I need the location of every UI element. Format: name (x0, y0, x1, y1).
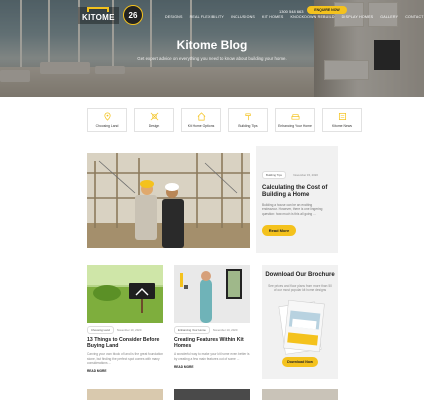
download-now-button[interactable]: Download Now (282, 357, 318, 367)
post-date: November 10, 2020 (116, 328, 142, 332)
post-image[interactable] (174, 265, 250, 323)
category-design[interactable]: Design (134, 108, 174, 132)
category-label: Design (148, 124, 160, 128)
category-building-tips[interactable]: Building Tips (228, 108, 268, 132)
art-wall-photo (174, 265, 250, 323)
post-tag[interactable]: Choosing Land (87, 326, 114, 334)
post-date: November 10, 2020 (212, 328, 238, 332)
hammer-icon (244, 113, 251, 121)
read-more-link[interactable]: READ MORE (87, 369, 163, 373)
house-icon (197, 112, 205, 121)
page-subtitle: Get expert advice on everything you need… (137, 56, 287, 61)
post-card: Enhancing Your Home November 10, 2020 Cr… (174, 265, 250, 369)
brochure-booklet-image (278, 300, 325, 355)
menu-item-gallery[interactable]: GALLERY (380, 15, 398, 19)
page-title: Kitome Blog (176, 38, 248, 52)
brochure-card: Download Our Brochure See prices and flo… (262, 265, 338, 379)
category-kitome-news[interactable]: Kitome News (322, 108, 362, 132)
post-tag[interactable]: Enhancing Your Home (174, 326, 210, 334)
menu-item-designs[interactable]: DESIGNS (165, 15, 183, 19)
post-date: November 15, 2020 (293, 173, 318, 177)
category-label: Choosing Land (95, 124, 119, 128)
menu-item-knockdown-rebuild[interactable]: KNOCKDOWN REBUILD (291, 15, 335, 19)
featured-post-card: Building Tips November 15, 2020 Calculat… (256, 146, 338, 253)
logo-text: KITOME (82, 13, 115, 22)
menu-item-contact[interactable]: CONTACT (405, 15, 424, 19)
post-image[interactable] (174, 389, 250, 400)
phone-number[interactable]: 1300 548 663 (279, 9, 303, 14)
sofa-icon (291, 114, 299, 120)
category-label: Enhancing Your Home (278, 124, 312, 128)
category-kit-home-options[interactable]: Kit Home Options (181, 108, 221, 132)
category-label: Building Tips (238, 124, 258, 128)
construction-site-illustration (87, 153, 250, 248)
featured-post-excerpt: Building a house can be an exciting ende… (262, 203, 323, 216)
category-enhancing-your-home[interactable]: Enhancing Your Home (275, 108, 315, 132)
category-label: Kitome News (332, 124, 352, 128)
newspaper-icon (338, 112, 346, 121)
featured-post-image[interactable] (87, 153, 250, 248)
featured-post-title[interactable]: Calculating the Cost of Building a Home (262, 185, 333, 199)
hero-banner: KITOME 26 DESIGNS REAL FLEXIBILITY INCLU… (0, 0, 424, 97)
main-menu: DESIGNS REAL FLEXIBILITY INCLUSIONS KIT … (165, 15, 424, 19)
brochure-description: See prices and floor plans from more tha… (268, 284, 332, 293)
category-choosing-land[interactable]: Choosing Land (87, 108, 127, 132)
post-image[interactable] (87, 265, 163, 323)
post-excerpt: A wonderful way to make your kit home ev… (174, 352, 250, 361)
top-nav: KITOME 26 DESIGNS REAL FLEXIBILITY INCLU… (0, 4, 424, 28)
menu-item-real-flexibility[interactable]: REAL FLEXIBILITY (190, 15, 224, 19)
logo-roof-icon (87, 7, 109, 12)
read-more-link[interactable]: READ MORE (174, 365, 250, 369)
post-image[interactable] (262, 389, 338, 400)
post-title[interactable]: 13 Things to Consider Before Buying Land (87, 337, 163, 349)
post-image[interactable] (87, 389, 163, 400)
post-excerpt: Carving your own block of land is the gr… (87, 352, 164, 365)
menu-item-display-homes[interactable]: DISPLAY HOMES (342, 15, 374, 19)
map-pin-icon (103, 112, 111, 121)
brochure-title: Download Our Brochure (265, 272, 335, 278)
post-card: Choosing Land November 10, 2020 13 Thing… (87, 265, 163, 373)
post-tag[interactable]: Building Tips (262, 171, 286, 179)
design-tools-icon (150, 112, 158, 121)
land-photo (87, 265, 163, 323)
menu-item-kit-homes[interactable]: KIT HOMES (262, 15, 284, 19)
read-more-button[interactable]: Read More (262, 225, 296, 237)
menu-item-inclusions[interactable]: INCLUSIONS (231, 15, 255, 19)
post-title[interactable]: Creating Features Within Kit Homes (174, 337, 250, 349)
category-label: Kit Home Options (187, 124, 215, 128)
enquire-button[interactable]: ENQUIRE NOW (307, 6, 347, 14)
category-filter: Choosing Land Design Kit Home Options Bu… (87, 108, 362, 132)
anniversary-badge: 26 (123, 5, 143, 25)
